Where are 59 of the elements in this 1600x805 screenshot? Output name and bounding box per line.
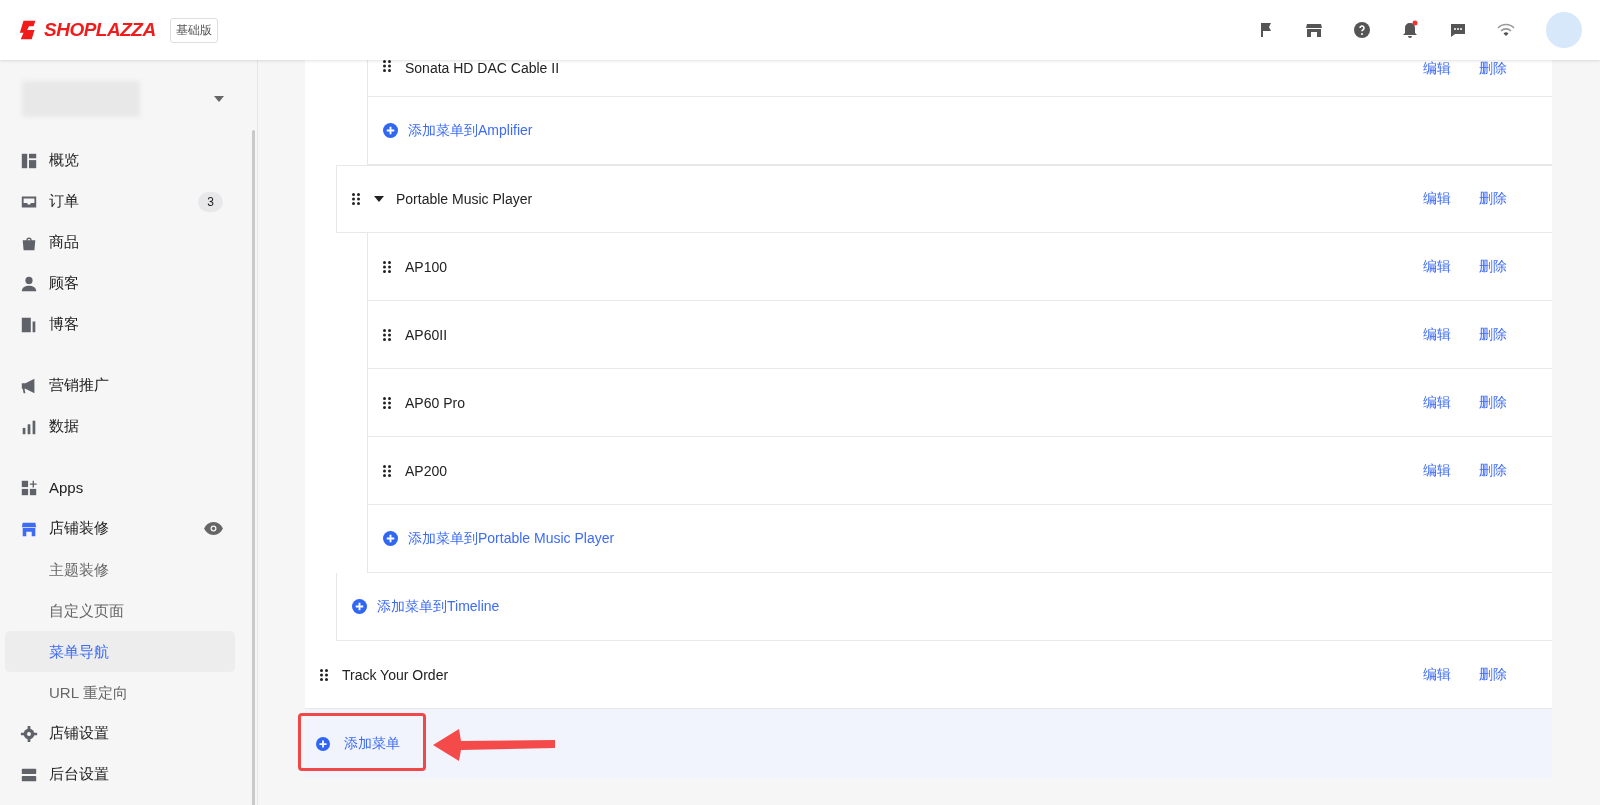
add-submenu-link[interactable]: 添加菜单到Portable Music Player [383,529,615,548]
delete-link[interactable]: 删除 [1479,461,1507,480]
delete-link[interactable]: 删除 [1479,60,1507,78]
drag-handle-icon[interactable] [383,464,391,477]
edit-link[interactable]: 编辑 [1423,461,1451,480]
edit-link[interactable]: 编辑 [1423,665,1451,684]
drag-handle-icon[interactable] [383,60,391,72]
edit-link[interactable]: 编辑 [1423,393,1451,412]
sidebar-item[interactable]: 后台设置 [0,754,257,795]
menu-item-title: Sonata HD DAC Cable II [405,60,560,76]
logo-text: SHOPLAZZA [44,19,156,41]
sidebar-item[interactable]: 顾客 [0,263,257,304]
drag-handle-icon[interactable] [383,328,391,341]
count-badge: 3 [198,191,223,212]
drag-handle-icon[interactable] [352,193,360,205]
menu-item-title: Portable Music Player [396,191,533,207]
add-menu-button[interactable]: 添加菜单 [305,720,422,767]
sidebar-item[interactable]: 店铺设置 [0,713,257,754]
edit-link[interactable]: 编辑 [1423,257,1451,276]
sidebar-item[interactable]: 营销推广 [0,365,257,406]
sidebar-item[interactable]: 商品 [0,222,257,263]
caret-icon[interactable] [374,194,384,204]
delete-link[interactable]: 删除 [1479,257,1507,276]
sidebar-item[interactable]: 店铺装修 [0,508,257,549]
sidebar-item[interactable]: 订单 3 [0,181,257,222]
plus-circle-icon [316,736,330,751]
add-submenu-link[interactable]: 添加菜单到Timeline [352,597,500,616]
plus-circle-icon [352,599,367,614]
menu-item-title: AP100 [405,258,448,275]
sidebar-subitem[interactable]: 菜单导航 [5,631,235,672]
edit-link[interactable]: 编辑 [1423,190,1451,208]
drag-handle-icon[interactable] [320,668,328,681]
scrollbar[interactable] [252,130,255,805]
menu-item-title: AP60II [405,326,448,343]
delete-link[interactable]: 删除 [1479,325,1507,344]
drag-handle-icon[interactable] [383,260,391,273]
menu-item-title: AP60 Pro [405,394,465,411]
sidebar-item[interactable]: Apps [0,467,257,508]
delete-link[interactable]: 删除 [1479,190,1507,208]
sidebar-subitem[interactable]: URL 重定向 [5,672,235,713]
menu-item-title: Track Your Order [342,666,449,683]
eye-icon[interactable] [204,522,223,535]
plus-circle-icon [383,531,398,546]
edit-link[interactable]: 编辑 [1423,325,1451,344]
delete-link[interactable]: 删除 [1479,665,1507,684]
plan-badge: 基础版 [169,17,218,43]
sidebar-item[interactable]: 数据 [0,406,257,447]
sidebar-item[interactable]: 博客 [0,304,257,345]
menu-item-title: AP200 [405,462,448,479]
help-icon[interactable] [1352,20,1372,40]
drag-handle-icon[interactable] [383,396,391,409]
delete-link[interactable]: 删除 [1479,393,1507,412]
add-submenu-link[interactable]: 添加菜单到Amplifier [383,121,533,140]
plus-circle-icon [383,123,398,138]
sidebar-subitem[interactable]: 主题装修 [5,549,235,590]
edit-link[interactable]: 编辑 [1423,60,1451,78]
sidebar-item[interactable]: 概览 [0,140,257,181]
caret-icon [214,96,224,102]
sidebar-subitem[interactable]: 自定义页面 [5,590,235,631]
